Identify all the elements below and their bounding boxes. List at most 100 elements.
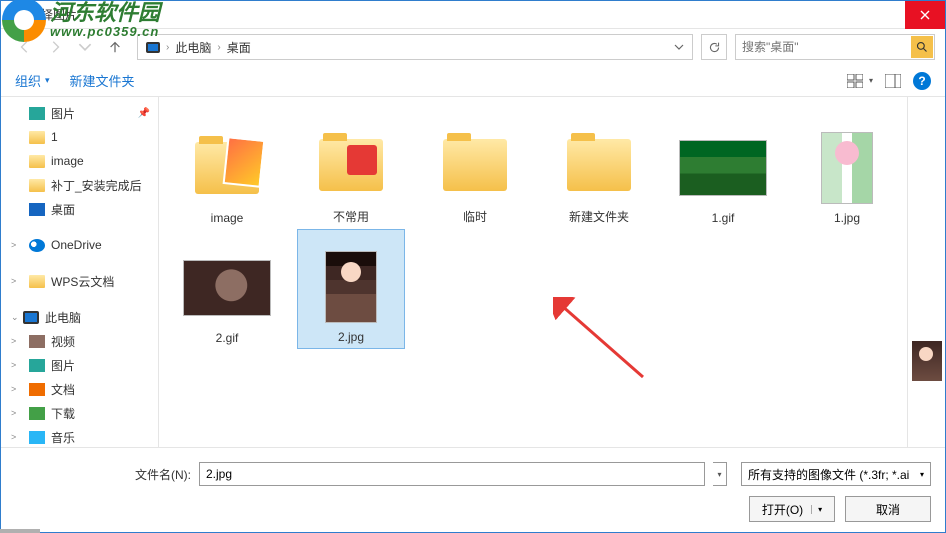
sidebar-item-label: 音乐: [51, 429, 75, 446]
file-item-1.gif[interactable]: 1.gif: [669, 109, 777, 229]
close-button[interactable]: [905, 1, 945, 29]
app-icon: [7, 7, 23, 23]
sidebar-item-1[interactable]: 1: [1, 125, 158, 149]
crumb-sep-icon: ›: [166, 42, 169, 53]
folder-icon: [29, 239, 45, 252]
help-button[interactable]: ?: [913, 72, 931, 90]
sidebar-item-image[interactable]: image: [1, 149, 158, 173]
image-thumbnail: [821, 132, 873, 204]
refresh-button[interactable]: [701, 34, 727, 60]
sidebar-item-文档[interactable]: > 文档: [1, 377, 158, 401]
file-item-1.jpg[interactable]: 1.jpg: [793, 109, 901, 229]
window-title: 选择图片: [29, 6, 905, 23]
new-folder-button[interactable]: 新建文件夹: [70, 71, 135, 90]
chevron-down-icon: [674, 42, 684, 52]
open-button[interactable]: 打开(O) ▾: [749, 496, 835, 522]
expander-icon[interactable]: >: [11, 336, 16, 346]
sidebar: 图片📌1image补丁_安装完成后桌面>OneDrive>WPS云文档⌄此电脑>…: [1, 97, 159, 447]
chevron-down-icon: [78, 40, 92, 54]
organize-button[interactable]: 组织 ▾: [15, 71, 50, 90]
sidebar-item-图片[interactable]: > 图片: [1, 353, 158, 377]
expander-icon[interactable]: >: [11, 408, 16, 418]
sidebar-item-label: 图片: [51, 357, 75, 374]
folder-icon: [29, 383, 45, 396]
search-icon: [916, 41, 928, 53]
filter-label: 所有支持的图像文件 (*.3fr; *.ai: [748, 466, 909, 483]
view-thumbnails-button[interactable]: [847, 73, 863, 89]
view-switch: ▾: [847, 73, 873, 89]
forward-button[interactable]: [41, 33, 69, 61]
file-item-2.jpg[interactable]: 2.jpg: [297, 229, 405, 349]
chevron-down-icon: ▾: [45, 75, 50, 86]
image-thumbnail: [325, 251, 377, 323]
folder-icon: [195, 142, 259, 194]
sidebar-item-补丁_安装完成后[interactable]: 补丁_安装完成后: [1, 173, 158, 197]
sidebar-item-label: WPS云文档: [51, 273, 114, 290]
file-open-dialog: 选择图片 › 此电脑 › 桌面 组织 ▾: [0, 0, 946, 533]
chevron-down-icon: ▾: [920, 470, 924, 479]
sidebar-item-label: 文档: [51, 381, 75, 398]
dialog-body: 图片📌1image补丁_安装完成后桌面>OneDrive>WPS云文档⌄此电脑>…: [1, 97, 945, 447]
expander-icon[interactable]: >: [11, 384, 16, 394]
cancel-button[interactable]: 取消: [845, 496, 931, 522]
sidebar-item-桌面[interactable]: 桌面: [1, 197, 158, 221]
expander-icon[interactable]: ⌄: [11, 312, 19, 323]
crumb-pc[interactable]: 此电脑: [175, 39, 211, 56]
search-box[interactable]: [735, 34, 935, 60]
folder-icon: [29, 203, 45, 216]
file-item-临时[interactable]: 临时: [421, 109, 529, 229]
file-item-image[interactable]: image: [173, 109, 281, 229]
pin-icon: 📌: [138, 108, 150, 119]
sidebar-item-图片[interactable]: 图片 📌: [1, 101, 158, 125]
arrow-left-icon: [18, 40, 32, 54]
search-input[interactable]: [742, 40, 911, 54]
filename-label: 文件名(N):: [15, 466, 191, 483]
search-button[interactable]: [911, 36, 933, 58]
breadcrumb: › 此电脑 › 桌面: [146, 39, 251, 56]
title-bar: 选择图片: [1, 1, 945, 29]
recent-dd-button[interactable]: [71, 33, 99, 61]
thumbnails-icon: [847, 74, 863, 88]
crumb-desktop[interactable]: 桌面: [227, 39, 251, 56]
folder-icon: [443, 139, 507, 191]
sidebar-item-label: 桌面: [51, 201, 75, 218]
address-bar[interactable]: › 此电脑 › 桌面: [137, 34, 693, 60]
address-dropdown[interactable]: [674, 42, 684, 52]
folder-icon: [319, 139, 383, 191]
file-area[interactable]: image 不常用临时 新建文件夹 1.gif1.jpg 2.gif 2.jpg: [159, 97, 907, 447]
sidebar-item-label: 图片: [51, 105, 75, 122]
file-item-2.gif[interactable]: 2.gif: [173, 229, 281, 349]
file-item-新建文件夹[interactable]: 新建文件夹: [545, 109, 653, 229]
file-name-label: 新建文件夹: [569, 208, 629, 225]
image-thumbnail: [183, 260, 271, 316]
sidebar-item-音乐[interactable]: > 音乐: [1, 425, 158, 447]
file-item-不常用[interactable]: 不常用: [297, 109, 405, 229]
file-type-filter[interactable]: 所有支持的图像文件 (*.3fr; *.ai ▾: [741, 462, 931, 486]
file-name-label: 2.jpg: [338, 330, 364, 344]
chevron-down-icon[interactable]: ▾: [869, 76, 873, 85]
chevron-down-icon: ▾: [811, 505, 822, 514]
nav-row: › 此电脑 › 桌面: [1, 29, 945, 65]
sidebar-item-label: image: [51, 154, 84, 168]
expander-icon[interactable]: >: [11, 276, 16, 286]
sidebar-item-WPS云文档[interactable]: > WPS云文档: [1, 269, 158, 293]
sidebar-item-此电脑[interactable]: ⌄此电脑: [1, 305, 158, 329]
sidebar-item-OneDrive[interactable]: > OneDrive: [1, 233, 158, 257]
file-name-label: image: [211, 211, 244, 225]
file-name-label: 临时: [463, 208, 487, 225]
filename-input[interactable]: [199, 462, 705, 486]
filename-history-dropdown[interactable]: ▾: [713, 462, 727, 486]
sidebar-item-视频[interactable]: > 视频: [1, 329, 158, 353]
back-button[interactable]: [11, 33, 39, 61]
up-button[interactable]: [101, 33, 129, 61]
sidebar-item-label: 视频: [51, 333, 75, 350]
sidebar-item-label: 下载: [51, 405, 75, 422]
sidebar-item-label: OneDrive: [51, 238, 102, 252]
organize-label: 组织: [15, 71, 41, 90]
preview-pane-button[interactable]: [885, 73, 901, 89]
expander-icon[interactable]: >: [11, 432, 16, 442]
expander-icon[interactable]: >: [11, 240, 16, 250]
sidebar-item-下载[interactable]: > 下载: [1, 401, 158, 425]
file-name-label: 2.gif: [216, 331, 239, 345]
expander-icon[interactable]: >: [11, 360, 16, 370]
